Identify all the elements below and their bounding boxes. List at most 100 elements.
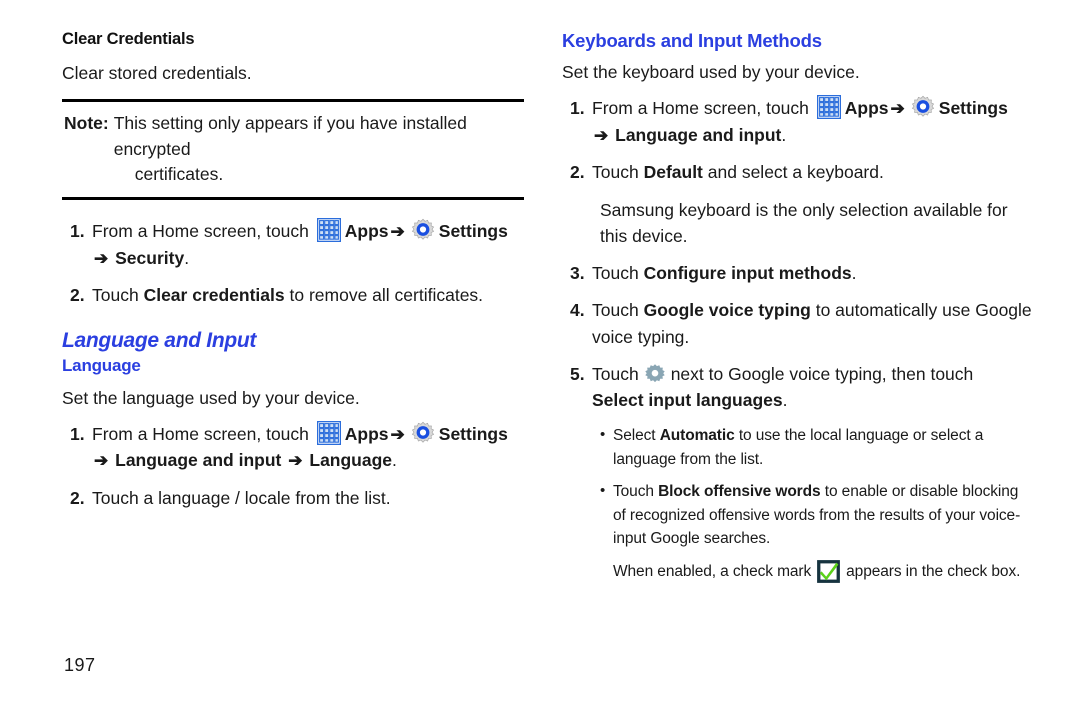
step-target-1: Language and input — [115, 450, 282, 471]
note-bottom-rule — [62, 197, 524, 201]
step-prefix: From a Home screen, touch — [92, 423, 309, 444]
note-text: This setting only appears if you have in… — [114, 111, 522, 187]
sub-prefix: Select — [613, 427, 656, 445]
step-prefix: Touch — [92, 285, 139, 306]
step-suffix: and select a keyboard. — [707, 162, 884, 183]
step-body: Touch a language / locale from the list. — [92, 487, 391, 508]
step-middle: next to Google voice typing, then touch — [670, 363, 974, 384]
sub-bold: Block offensive words — [658, 483, 821, 501]
step-body: From a Home screen, touch Apps ➔ Setting… — [592, 94, 1032, 148]
clear-credentials-heading: Clear Credentials — [62, 30, 195, 48]
keyboards-steps: 1. From a Home screen, touch Apps ➔ Sett… — [562, 94, 1032, 185]
step-item: 2. Touch a language / locale from the li… — [62, 485, 532, 511]
settings-label: Settings — [938, 98, 1008, 119]
step-body: Touch Default and select a keyboard. — [592, 159, 1032, 185]
sub-bullet-list: • Select Automatic to use the local lang… — [600, 424, 1032, 551]
samsung-keyboard-note: Samsung keyboard is the only selection a… — [600, 199, 1008, 246]
clear-credentials-steps: 1. From a Home screen, touch Apps ➔ Sett… — [62, 218, 532, 308]
apps-grid-icon — [816, 94, 842, 120]
step-period: . — [392, 450, 397, 471]
step-prefix: From a Home screen, touch — [592, 98, 809, 119]
keyboards-steps-cont: 3. Touch Configure input methods. 4. Tou… — [562, 260, 1032, 413]
note-block: Note: This setting only appears if you h… — [62, 99, 524, 201]
step-number: 3. — [570, 263, 585, 283]
step-suffix: . — [782, 390, 788, 410]
step-item: 5. Touch next to Google voice typing, th… — [562, 361, 1032, 414]
settings-gear-icon — [910, 95, 936, 121]
note-text-line2: certificates. — [134, 164, 224, 184]
step-prefix: Touch — [592, 162, 639, 183]
step-body: Touch Configure input methods. — [592, 260, 1032, 286]
step-period: . — [184, 247, 190, 268]
arrow-icon-2: ➔ — [594, 125, 609, 145]
arrow-icon: ➔ — [390, 222, 405, 242]
step-suffix: . — [851, 263, 857, 283]
sub-bold: Automatic — [659, 427, 735, 445]
settings-gear-icon — [410, 421, 436, 447]
step-number: 1. — [570, 98, 585, 119]
step-number: 2. — [70, 285, 85, 306]
keyboards-input-methods-heading: Keyboards and Input Methods — [562, 30, 822, 51]
step-body: Touch Google voice typing to automatical… — [592, 297, 1032, 350]
sub-bullet-body: Select Automatic to use the local langua… — [613, 424, 1032, 471]
language-subheading: Language — [62, 355, 141, 375]
step-number: 5. — [570, 363, 585, 384]
step-item: 2. Touch Clear credentials to remove all… — [62, 282, 532, 308]
language-intro: Set the language used by your device. — [62, 387, 360, 408]
checkbox-note-prefix: When enabled, a check mark — [613, 562, 812, 580]
list-item: • Select Automatic to use the local lang… — [600, 424, 1032, 471]
step-bold: Select input languages — [592, 390, 783, 410]
step-body: From a Home screen, touch Apps ➔ Setting… — [92, 218, 532, 271]
settings-label: Settings — [438, 221, 508, 242]
sub-prefix: Touch — [613, 483, 654, 501]
apps-label: Apps — [344, 423, 389, 444]
step-number: 1. — [70, 423, 85, 444]
settings-gear-icon — [410, 218, 436, 244]
step-item: 1. From a Home screen, touch Apps ➔ Sett… — [62, 218, 532, 271]
left-column: Clear Credentials Clear stored credentia… — [62, 30, 532, 522]
step-item: 2. Touch Default and select a keyboard. — [562, 159, 1032, 185]
note-body: Note: This setting only appears if you h… — [62, 102, 524, 197]
keyboards-intro: Set the keyboard used by your device. — [562, 62, 860, 82]
step-body: Touch next to Google voice typing, then … — [592, 361, 1032, 414]
step-period: . — [781, 124, 787, 145]
arrow-icon: ➔ — [890, 99, 905, 119]
step-number: 1. — [70, 221, 85, 242]
step-number: 2. — [70, 487, 85, 508]
step-item: 1. From a Home screen, touch Apps ➔ Sett… — [62, 420, 532, 474]
bullet-icon: • — [600, 426, 606, 444]
step-number: 4. — [570, 300, 585, 321]
language-steps: 1. From a Home screen, touch Apps ➔ Sett… — [62, 420, 532, 511]
arrow-icon-2: ➔ — [94, 451, 109, 471]
bullet-icon: • — [600, 482, 606, 500]
arrow-icon-2: ➔ — [94, 248, 109, 268]
step-prefix: Touch — [592, 300, 639, 321]
apps-grid-icon — [316, 420, 342, 446]
apps-label: Apps — [844, 98, 889, 119]
step-item: 4. Touch Google voice typing to automati… — [562, 297, 1032, 350]
step-target-2: Language — [309, 450, 393, 471]
step-number: 2. — [570, 162, 585, 183]
step-body: Touch Clear credentials to remove all ce… — [92, 282, 532, 308]
step-target: Security — [115, 247, 185, 268]
step-item: 1. From a Home screen, touch Apps ➔ Sett… — [562, 94, 1032, 148]
step-bold: Google voice typing — [643, 300, 811, 321]
step-suffix: to remove all certificates. — [289, 285, 484, 306]
document-page: Clear Credentials Clear stored credentia… — [0, 0, 1080, 720]
step-prefix: Touch — [592, 263, 639, 283]
step-bold: Clear credentials — [143, 285, 285, 306]
apps-grid-icon — [316, 218, 342, 243]
step-target: Language and input — [615, 124, 782, 145]
step-bold: Default — [643, 162, 703, 183]
apps-label: Apps — [344, 221, 389, 242]
note-label: Note: — [64, 113, 109, 134]
step-prefix: Touch — [592, 363, 639, 384]
checkbox-checked-icon — [817, 560, 841, 584]
step-item: 3. Touch Configure input methods. — [562, 260, 1032, 286]
page-number: 197 — [64, 655, 96, 675]
sub-bullet-body: Touch Block offensive words to enable or… — [613, 480, 1032, 551]
arrow-icon: ➔ — [390, 424, 405, 444]
checkbox-note: When enabled, a check mark appears in th… — [613, 560, 1032, 584]
clear-credentials-intro: Clear stored credentials. — [62, 63, 252, 83]
step-bold: Configure input methods — [643, 263, 852, 283]
